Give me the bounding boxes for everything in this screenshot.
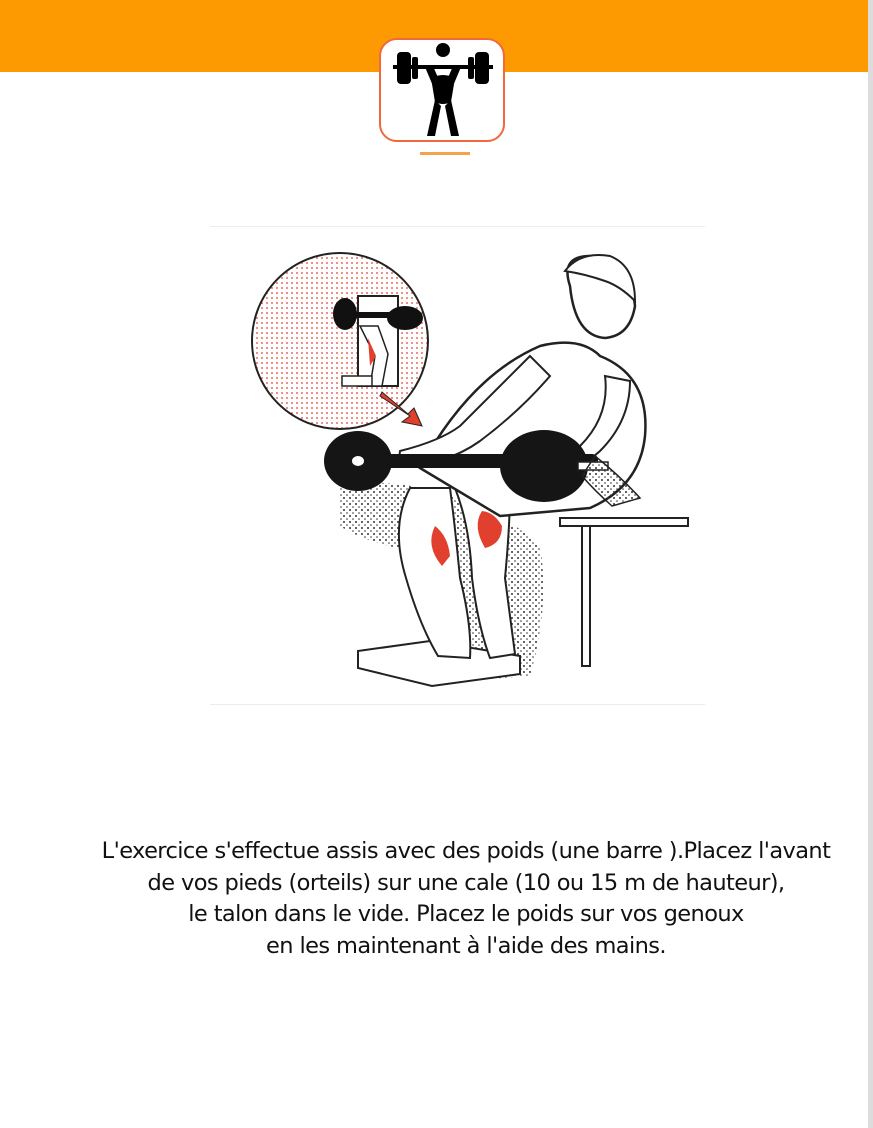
exercise-instructions: L'exercice s'effectue assis avec des poi… [60, 836, 872, 962]
bench [559, 517, 689, 667]
logo-underline [420, 152, 470, 155]
seated-calf-raise-illustration [251, 252, 689, 688]
app-logo [379, 38, 505, 142]
divider [210, 704, 705, 705]
weightlifter-icon [393, 43, 493, 136]
inset-detail [251, 252, 429, 430]
instruction-line: L'exercice s'effectue assis avec des poi… [101, 838, 831, 864]
instruction-line: le talon dans le vide. Placez le poids s… [188, 901, 744, 927]
instruction-line: en les maintenant à l'aide des mains. [266, 932, 667, 959]
instruction-line: de vos pieds (orteils) sur une cale (10 … [147, 869, 786, 896]
